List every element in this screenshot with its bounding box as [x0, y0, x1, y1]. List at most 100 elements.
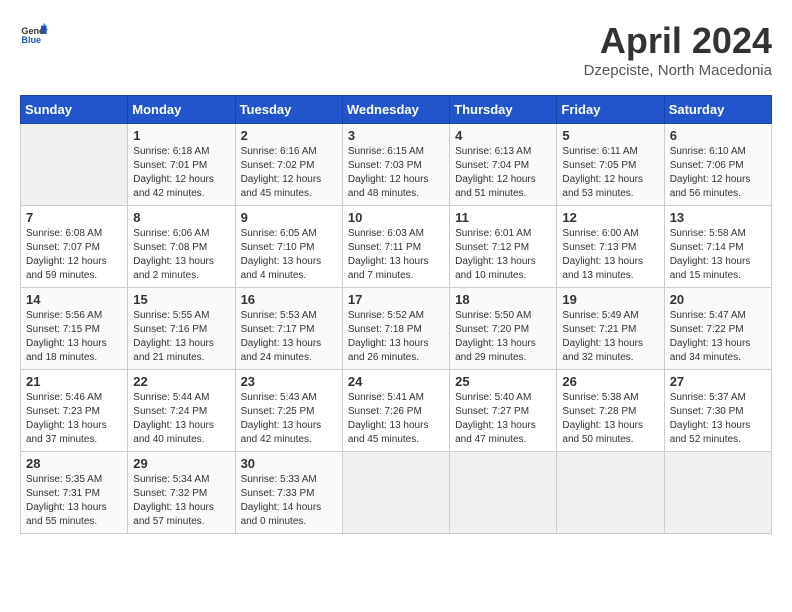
day-number: 3 — [348, 128, 444, 143]
cell-info: Sunrise: 5:37 AMSunset: 7:30 PMDaylight:… — [670, 391, 766, 447]
calendar-cell: 4 Sunrise: 6:13 AMSunset: 7:04 PMDaylight… — [450, 124, 557, 206]
day-number: 14 — [26, 292, 122, 307]
day-number: 26 — [562, 374, 658, 389]
day-number: 16 — [241, 292, 337, 307]
cell-info: Sunrise: 6:00 AMSunset: 7:13 PMDaylight:… — [562, 227, 658, 283]
day-number: 18 — [455, 292, 551, 307]
month-title: April 2024 — [584, 20, 772, 62]
calendar-cell: 13 Sunrise: 5:58 AMSunset: 7:14 PMDayligh… — [664, 206, 771, 288]
calendar-cell: 10 Sunrise: 6:03 AMSunset: 7:11 PMDayligh… — [342, 206, 449, 288]
calendar-cell: 21 Sunrise: 5:46 AMSunset: 7:23 PMDayligh… — [21, 370, 128, 452]
day-number: 27 — [670, 374, 766, 389]
day-number: 30 — [241, 456, 337, 471]
calendar-cell: 28 Sunrise: 5:35 AMSunset: 7:31 PMDayligh… — [21, 452, 128, 534]
day-number: 8 — [133, 210, 229, 225]
calendar-week-row: 7 Sunrise: 6:08 AMSunset: 7:07 PMDaylight… — [21, 206, 772, 288]
day-number: 15 — [133, 292, 229, 307]
calendar-cell: 29 Sunrise: 5:34 AMSunset: 7:32 PMDayligh… — [128, 452, 235, 534]
calendar-week-row: 1Sunrise: 6:18 AMSunset: 7:01 PMDaylight… — [21, 124, 772, 206]
calendar-cell: 1Sunrise: 6:18 AMSunset: 7:01 PMDaylight… — [128, 124, 235, 206]
day-number: 4 — [455, 128, 551, 143]
calendar-cell: 30 Sunrise: 5:33 AMSunset: 7:33 PMDayligh… — [235, 452, 342, 534]
calendar-cell: 15 Sunrise: 5:55 AMSunset: 7:16 PMDayligh… — [128, 288, 235, 370]
cell-info: Sunrise: 5:46 AMSunset: 7:23 PMDaylight:… — [26, 391, 122, 447]
calendar-cell: 24 Sunrise: 5:41 AMSunset: 7:26 PMDayligh… — [342, 370, 449, 452]
calendar-cell: 22Sunrise: 5:44 AMSunset: 7:24 PMDayligh… — [128, 370, 235, 452]
day-number: 13 — [670, 210, 766, 225]
calendar-cell — [450, 452, 557, 534]
calendar-cell — [21, 124, 128, 206]
cell-info: Sunrise: 6:13 AMSunset: 7:04 PMDaylight:… — [455, 145, 551, 201]
cell-info: Sunrise: 6:15 AMSunset: 7:03 PMDaylight:… — [348, 145, 444, 201]
page-header: General Blue April 2024 Dzepciste, North… — [20, 20, 772, 79]
cell-info: Sunrise: 5:55 AMSunset: 7:16 PMDaylight:… — [133, 309, 229, 365]
cell-info: Sunrise: 6:11 AMSunset: 7:05 PMDaylight:… — [562, 145, 658, 201]
cell-info: Sunrise: 6:16 AMSunset: 7:02 PMDaylight:… — [241, 145, 337, 201]
day-of-week-header: Monday — [128, 96, 235, 124]
cell-info: Sunrise: 5:33 AMSunset: 7:33 PMDaylight:… — [241, 473, 337, 529]
day-number: 29 — [133, 456, 229, 471]
calendar-cell — [557, 452, 664, 534]
day-number: 2 — [241, 128, 337, 143]
cell-info: Sunrise: 5:44 AMSunset: 7:24 PMDaylight:… — [133, 391, 229, 447]
calendar-cell: 27 Sunrise: 5:37 AMSunset: 7:30 PMDayligh… — [664, 370, 771, 452]
cell-info: Sunrise: 5:43 AMSunset: 7:25 PMDaylight:… — [241, 391, 337, 447]
day-number: 20 — [670, 292, 766, 307]
calendar-table: SundayMondayTuesdayWednesdayThursdayFrid… — [20, 95, 772, 534]
day-number: 11 — [455, 210, 551, 225]
day-number: 24 — [348, 374, 444, 389]
day-number: 7 — [26, 210, 122, 225]
day-of-week-header: Tuesday — [235, 96, 342, 124]
logo-icon: General Blue — [20, 20, 48, 48]
cell-info: Sunrise: 5:50 AMSunset: 7:20 PMDaylight:… — [455, 309, 551, 365]
calendar-cell — [342, 452, 449, 534]
calendar-cell: 26 Sunrise: 5:38 AMSunset: 7:28 PMDayligh… — [557, 370, 664, 452]
calendar-cell: 23 Sunrise: 5:43 AMSunset: 7:25 PMDayligh… — [235, 370, 342, 452]
day-number: 19 — [562, 292, 658, 307]
calendar-cell: 2 Sunrise: 6:16 AMSunset: 7:02 PMDaylight… — [235, 124, 342, 206]
cell-info: Sunrise: 6:03 AMSunset: 7:11 PMDaylight:… — [348, 227, 444, 283]
day-of-week-header: Thursday — [450, 96, 557, 124]
calendar-cell: 18 Sunrise: 5:50 AMSunset: 7:20 PMDayligh… — [450, 288, 557, 370]
cell-info: Sunrise: 5:58 AMSunset: 7:14 PMDaylight:… — [670, 227, 766, 283]
day-number: 17 — [348, 292, 444, 307]
day-number: 10 — [348, 210, 444, 225]
calendar-week-row: 28 Sunrise: 5:35 AMSunset: 7:31 PMDayligh… — [21, 452, 772, 534]
cell-info: Sunrise: 5:38 AMSunset: 7:28 PMDaylight:… — [562, 391, 658, 447]
calendar-cell: 12 Sunrise: 6:00 AMSunset: 7:13 PMDayligh… — [557, 206, 664, 288]
day-number: 12 — [562, 210, 658, 225]
calendar-cell: 11 Sunrise: 6:01 AMSunset: 7:12 PMDayligh… — [450, 206, 557, 288]
calendar-cell: 25 Sunrise: 5:40 AMSunset: 7:27 PMDayligh… — [450, 370, 557, 452]
cell-info: Sunrise: 5:47 AMSunset: 7:22 PMDaylight:… — [670, 309, 766, 365]
day-number: 21 — [26, 374, 122, 389]
day-number: 6 — [670, 128, 766, 143]
calendar-cell: 9Sunrise: 6:05 AMSunset: 7:10 PMDaylight… — [235, 206, 342, 288]
calendar-cell: 19 Sunrise: 5:49 AMSunset: 7:21 PMDayligh… — [557, 288, 664, 370]
calendar-cell: 14 Sunrise: 5:56 AMSunset: 7:15 PMDayligh… — [21, 288, 128, 370]
day-of-week-header: Saturday — [664, 96, 771, 124]
cell-info: Sunrise: 5:41 AMSunset: 7:26 PMDaylight:… — [348, 391, 444, 447]
cell-info: Sunrise: 5:34 AMSunset: 7:32 PMDaylight:… — [133, 473, 229, 529]
cell-info: Sunrise: 5:56 AMSunset: 7:15 PMDaylight:… — [26, 309, 122, 365]
day-number: 23 — [241, 374, 337, 389]
cell-info: Sunrise: 5:40 AMSunset: 7:27 PMDaylight:… — [455, 391, 551, 447]
calendar-cell: 7 Sunrise: 6:08 AMSunset: 7:07 PMDaylight… — [21, 206, 128, 288]
day-of-week-header: Wednesday — [342, 96, 449, 124]
cell-info: Sunrise: 5:35 AMSunset: 7:31 PMDaylight:… — [26, 473, 122, 529]
calendar-week-row: 21 Sunrise: 5:46 AMSunset: 7:23 PMDayligh… — [21, 370, 772, 452]
calendar-cell: 5 Sunrise: 6:11 AMSunset: 7:05 PMDaylight… — [557, 124, 664, 206]
calendar-cell: 6Sunrise: 6:10 AMSunset: 7:06 PMDaylight… — [664, 124, 771, 206]
calendar-cell: 17Sunrise: 5:52 AMSunset: 7:18 PMDayligh… — [342, 288, 449, 370]
title-block: April 2024 Dzepciste, North Macedonia — [584, 20, 772, 79]
calendar-cell: 8 Sunrise: 6:06 AMSunset: 7:08 PMDaylight… — [128, 206, 235, 288]
day-number: 28 — [26, 456, 122, 471]
cell-info: Sunrise: 6:06 AMSunset: 7:08 PMDaylight:… — [133, 227, 229, 283]
cell-info: Sunrise: 5:49 AMSunset: 7:21 PMDaylight:… — [562, 309, 658, 365]
cell-info: Sunrise: 6:18 AMSunset: 7:01 PMDaylight:… — [133, 145, 229, 201]
day-number: 25 — [455, 374, 551, 389]
calendar-cell — [664, 452, 771, 534]
day-number: 5 — [562, 128, 658, 143]
cell-info: Sunrise: 6:01 AMSunset: 7:12 PMDaylight:… — [455, 227, 551, 283]
cell-info: Sunrise: 6:08 AMSunset: 7:07 PMDaylight:… — [26, 227, 122, 283]
cell-info: Sunrise: 6:05 AMSunset: 7:10 PMDaylight:… — [241, 227, 337, 283]
